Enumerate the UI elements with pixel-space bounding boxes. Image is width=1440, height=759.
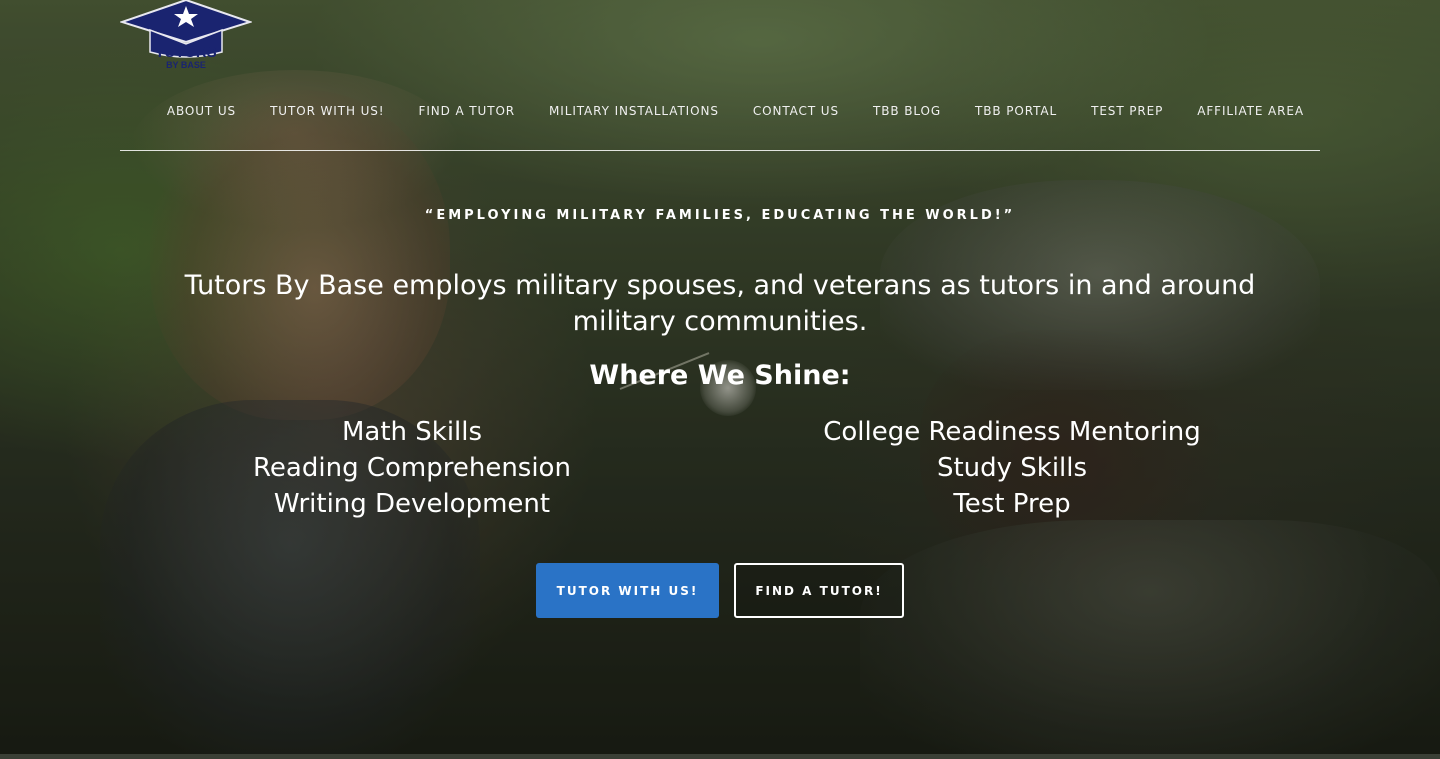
logo-text: TUTORS <box>155 44 217 61</box>
skills-list-right: College Readiness Mentoring Study Skills… <box>712 414 1312 522</box>
site-logo[interactable]: TUTORS BY BASE <box>118 0 254 74</box>
tutor-with-us-button[interactable]: TUTOR WITH US! <box>536 563 719 618</box>
nav-tutor-with-us[interactable]: TUTOR WITH US! <box>270 104 384 118</box>
hero-section: TUTORS BY BASE ABOUT US TUTOR WITH US! F… <box>0 0 1440 759</box>
main-navigation: ABOUT US TUTOR WITH US! FIND A TUTOR MIL… <box>120 100 1320 122</box>
nav-test-prep[interactable]: TEST PREP <box>1091 104 1163 118</box>
nav-affiliate-area[interactable]: AFFILIATE AREA <box>1197 104 1304 118</box>
shine-heading: Where We Shine: <box>589 360 851 391</box>
nav-about-us[interactable]: ABOUT US <box>167 104 236 118</box>
nav-military-installations[interactable]: MILITARY INSTALLATIONS <box>549 104 719 118</box>
skill-item: Reading Comprehension <box>253 453 571 483</box>
skill-item: Writing Development <box>273 489 551 519</box>
hero-intro: Tutors By Base employs military spouses,… <box>184 270 1256 337</box>
skill-item: College Readiness Mentoring <box>823 417 1201 447</box>
skills-list-left: Math Skills Reading Comprehension Writin… <box>112 414 712 522</box>
bottom-edge <box>0 754 1440 759</box>
nav-tbb-blog[interactable]: TBB BLOG <box>873 104 941 118</box>
logo-subtext: BY BASE <box>166 60 206 70</box>
find-a-tutor-button[interactable]: FIND A TUTOR! <box>734 563 904 618</box>
nav-contact-us[interactable]: CONTACT US <box>753 104 839 118</box>
header-divider <box>120 150 1320 151</box>
nav-tbb-portal[interactable]: TBB PORTAL <box>975 104 1057 118</box>
hero-tagline: “EMPLOYING MILITARY FAMILIES, EDUCATING … <box>424 208 1016 223</box>
skill-item: Math Skills <box>341 417 483 447</box>
nav-find-a-tutor[interactable]: FIND A TUTOR <box>419 104 516 118</box>
skill-item: Study Skills <box>936 453 1088 483</box>
skill-item: Test Prep <box>953 489 1071 519</box>
